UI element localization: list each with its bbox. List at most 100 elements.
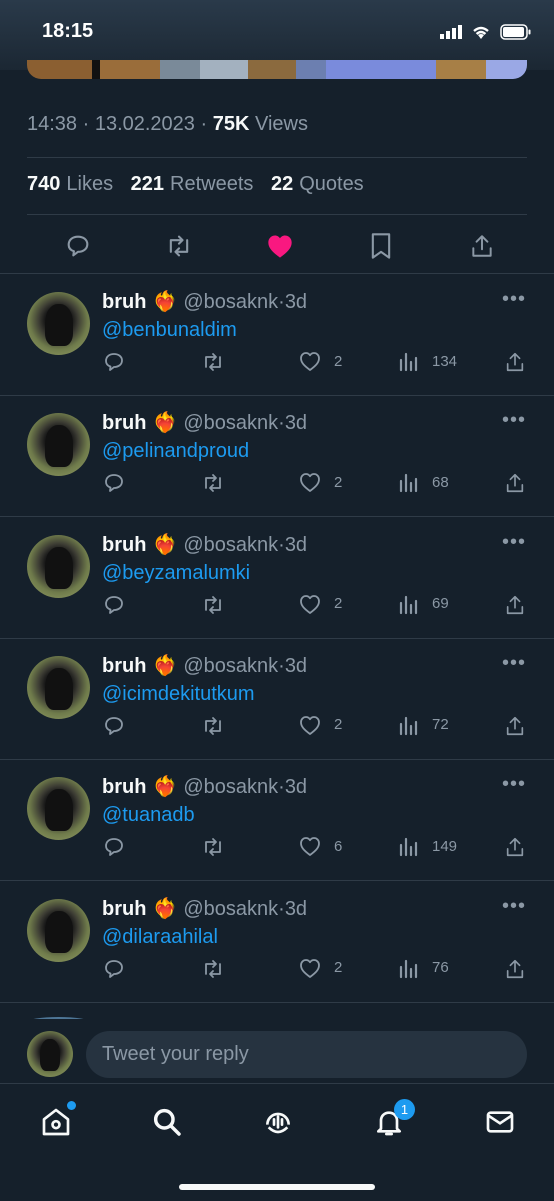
more-icon[interactable]: ••• — [502, 652, 526, 675]
share-button[interactable] — [504, 714, 526, 738]
like-button[interactable]: 2 — [298, 350, 342, 372]
avatar[interactable] — [27, 413, 90, 477]
reply-button[interactable] — [102, 835, 126, 859]
like-button[interactable] — [252, 226, 308, 266]
views-icon — [399, 352, 418, 372]
reply-author-name[interactable]: bruh — [102, 898, 146, 920]
share-button[interactable] — [504, 471, 526, 495]
reply-author-name[interactable]: bruh — [102, 776, 146, 798]
reply-row[interactable]: bruh ❤️‍🔥 @bosaknk·3d ••• @pelinandproud 2 68 — [0, 395, 554, 518]
user-avatar[interactable] — [27, 1031, 73, 1077]
reply-author-handle[interactable]: @bosaknk — [183, 291, 278, 313]
views-button[interactable]: 72 — [398, 714, 449, 736]
like-button[interactable]: 2 — [298, 957, 342, 979]
retweets-stat[interactable]: 221 Retweets — [131, 173, 254, 195]
reply-author-handle[interactable]: @bosaknk — [183, 655, 278, 677]
retweet-button[interactable] — [151, 226, 207, 266]
views-count: 75K — [212, 113, 250, 135]
views-button[interactable]: 69 — [398, 593, 449, 615]
like-button[interactable]: 2 — [298, 714, 342, 736]
divider — [27, 214, 527, 215]
reply-text[interactable]: @tuanadb — [102, 804, 195, 827]
likes-stat[interactable]: 740 Likes — [27, 173, 113, 195]
reply-row[interactable]: bruh ❤️‍🔥 @bosaknk·3d ••• @dilaraahilal 2 76 — [0, 881, 554, 1003]
reply-text[interactable]: @pelinandproud — [102, 440, 249, 463]
reply-author-handle[interactable]: @bosaknk — [183, 898, 278, 920]
like-button[interactable]: 6 — [298, 835, 342, 857]
tab-home[interactable] — [38, 1101, 76, 1140]
more-icon[interactable]: ••• — [502, 409, 526, 432]
views-button[interactable]: 149 — [398, 835, 457, 857]
reply-button[interactable] — [102, 957, 126, 981]
reply-header: bruh ❤️‍🔥 @bosaknk·3d — [102, 896, 307, 921]
reply-author-handle[interactable]: @bosaknk — [183, 534, 278, 556]
views-count: 69 — [432, 595, 449, 613]
share-button[interactable] — [504, 593, 526, 617]
more-icon[interactable]: ••• — [502, 531, 526, 554]
like-count: 2 — [334, 473, 343, 491]
avatar[interactable] — [27, 655, 90, 719]
bookmark-button[interactable] — [353, 226, 409, 266]
reply-input[interactable]: Tweet your reply — [86, 1031, 527, 1078]
share-button[interactable] — [454, 226, 510, 266]
avatar[interactable] — [27, 777, 90, 841]
reply-author-handle[interactable]: @bosaknk — [183, 776, 278, 798]
wifi-icon — [473, 26, 489, 39]
separator-dot: · — [278, 412, 285, 435]
reply-author-name[interactable]: bruh — [102, 534, 146, 556]
search-icon — [153, 1108, 181, 1136]
reply-row[interactable]: bruh ❤️‍🔥 @bosaknk·3d ••• @beyzamalumki 2 69 — [0, 517, 554, 639]
reply-button[interactable] — [50, 226, 106, 266]
reply-row[interactable]: bruh ❤️‍🔥 @bosaknk·3d ••• @benbunaldim 2 134 — [0, 274, 554, 396]
share-button[interactable] — [504, 835, 526, 859]
bookmark-icon — [371, 233, 391, 259]
tab-notifications[interactable]: 1 — [371, 1099, 415, 1140]
tab-messages[interactable] — [482, 1104, 518, 1140]
more-icon[interactable]: ••• — [502, 895, 526, 918]
views-count: 68 — [432, 473, 449, 491]
retweet-button[interactable] — [200, 350, 226, 374]
share-button[interactable] — [504, 957, 526, 981]
views-button[interactable]: 134 — [398, 350, 457, 372]
retweet-button[interactable] — [200, 714, 226, 738]
reply-text[interactable]: @beyzamalumki — [102, 562, 250, 585]
views-button[interactable]: 68 — [398, 471, 449, 493]
views-button[interactable]: 76 — [398, 957, 449, 979]
retweet-button[interactable] — [200, 593, 226, 617]
retweet-button[interactable] — [200, 471, 226, 495]
reply-text[interactable]: @dilaraahilal — [102, 926, 218, 949]
reply-button[interactable] — [102, 593, 126, 617]
tweet-media-preview[interactable] — [27, 60, 527, 79]
share-icon — [506, 959, 524, 978]
reply-row[interactable]: bruh ❤️‍🔥 @bosaknk·3d ••• @icimdekitutkum 2 72 — [0, 638, 554, 760]
like-button[interactable]: 2 — [298, 471, 342, 493]
heart-on-fire-emoji: ❤️‍🔥 — [152, 291, 178, 313]
avatar[interactable] — [27, 898, 90, 962]
retweet-button[interactable] — [200, 835, 226, 859]
more-icon[interactable]: ••• — [502, 288, 526, 311]
avatar[interactable] — [27, 292, 90, 355]
retweet-icon — [205, 716, 221, 735]
heart-on-fire-emoji: ❤️‍🔥 — [152, 776, 178, 799]
tab-spaces[interactable] — [260, 1104, 296, 1140]
reply-author-name[interactable]: bruh — [102, 655, 146, 677]
reply-author-handle[interactable]: @bosaknk — [183, 412, 278, 434]
like-button[interactable]: 2 — [298, 593, 342, 615]
share-button[interactable] — [504, 350, 526, 374]
quotes-stat[interactable]: 22 Quotes — [271, 173, 364, 195]
reply-row[interactable]: bruh ❤️‍🔥 @bosaknk·3d ••• @tuanadb 6 149 — [0, 759, 554, 882]
retweet-button[interactable] — [200, 957, 226, 981]
views-icon — [399, 716, 418, 735]
reply-button[interactable] — [102, 350, 126, 374]
avatar[interactable] — [27, 534, 90, 598]
more-icon[interactable]: ••• — [502, 773, 526, 796]
reply-author-name[interactable]: bruh — [102, 291, 146, 313]
reply-text[interactable]: @icimdekitutkum — [102, 683, 255, 706]
reply-button[interactable] — [102, 471, 126, 495]
reply-text[interactable]: @benbunaldim — [102, 319, 237, 342]
tab-search[interactable] — [149, 1104, 185, 1140]
reply-button[interactable] — [102, 714, 126, 738]
heart-icon — [300, 958, 320, 978]
reply-author-name[interactable]: bruh — [102, 412, 146, 434]
reply-header: bruh ❤️‍🔥 @bosaknk·3d — [102, 532, 307, 557]
